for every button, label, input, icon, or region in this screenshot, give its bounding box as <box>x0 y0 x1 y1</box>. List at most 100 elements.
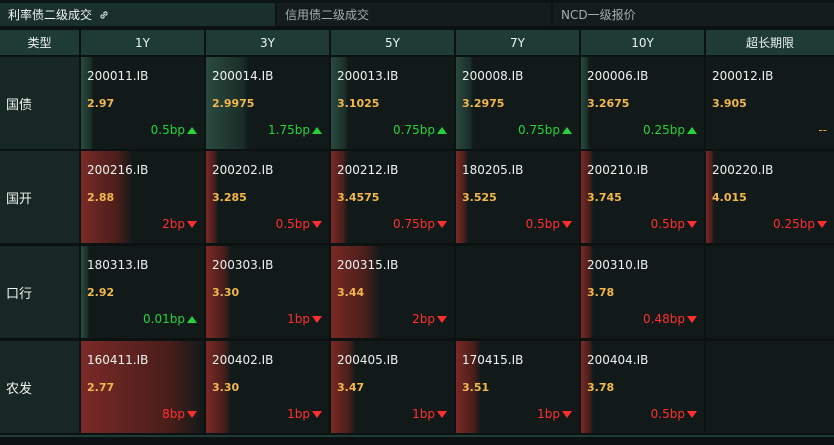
bond-code: 200008.IB <box>462 69 524 83</box>
bond-code: 180313.IB <box>87 258 149 272</box>
change-value: 0.5bp <box>650 407 685 421</box>
bond-change: 0.25bp <box>773 217 827 231</box>
bond-change: 1bp <box>412 407 447 421</box>
bond-cell[interactable]: 170415.IB 3.51 1bp <box>456 341 579 433</box>
bond-change: 1bp <box>287 407 322 421</box>
tab-label: 信用债二级成交 <box>285 8 370 22</box>
tab-label: 利率债二级成交 <box>8 8 93 22</box>
bond-cell[interactable]: 200014.IB 2.9975 1.75bp <box>206 57 329 149</box>
triangle-up-icon <box>187 126 197 134</box>
bond-cell[interactable]: 200303.IB 3.30 1bp <box>206 246 329 338</box>
bond-code: 200405.IB <box>337 353 399 367</box>
tab-ncd-quote[interactable]: NCD一级报价 <box>553 3 834 26</box>
bond-yield: 3.47 <box>337 381 365 394</box>
bond-change: 0.5bp <box>526 217 572 231</box>
bond-yield: 2.92 <box>87 286 115 299</box>
triangle-up-icon <box>562 126 572 134</box>
bond-cell[interactable]: 200212.IB 3.4575 0.75bp <box>331 151 454 243</box>
triangle-down-icon <box>562 410 572 418</box>
triangle-down-icon <box>687 410 697 418</box>
change-value: 1.75bp <box>268 123 310 137</box>
column-header[interactable]: 10Y <box>581 30 704 55</box>
bond-change: 1.75bp <box>268 123 322 137</box>
bond-cell[interactable]: 160411.IB 2.77 8bp <box>81 341 204 433</box>
change-value: 0.75bp <box>393 217 435 231</box>
bond-change: 1bp <box>287 312 322 326</box>
change-value: 0.5bp <box>650 217 685 231</box>
bond-code: 200210.IB <box>587 163 649 177</box>
triangle-down-icon <box>562 220 572 228</box>
bond-code: 160411.IB <box>87 353 149 367</box>
bond-change: 8bp <box>162 407 197 421</box>
bond-cell[interactable]: 200012.IB 3.905 -- <box>706 57 834 149</box>
bond-change: 0.75bp <box>393 217 447 231</box>
bond-change: 2bp <box>412 312 447 326</box>
bond-yield: 2.77 <box>87 381 115 394</box>
bond-yield: 3.78 <box>587 381 615 394</box>
bond-yield: 3.30 <box>212 381 240 394</box>
change-value: 0.75bp <box>518 123 560 137</box>
bond-code: 170415.IB <box>462 353 524 367</box>
bond-cell[interactable]: 200404.IB 3.78 0.5bp <box>581 341 704 433</box>
bond-code: 200006.IB <box>587 69 649 83</box>
bond-code: 200220.IB <box>712 163 774 177</box>
bond-cell[interactable]: 200008.IB 3.2975 0.75bp <box>456 57 579 149</box>
bond-cell[interactable]: 200013.IB 3.1025 0.75bp <box>331 57 454 149</box>
triangle-up-icon <box>187 315 197 323</box>
bond-cell[interactable] <box>706 341 834 433</box>
bond-cell[interactable]: 200220.IB 4.015 0.25bp <box>706 151 834 243</box>
bond-yield: 3.1025 <box>337 97 380 110</box>
bond-yield: 4.015 <box>712 191 747 204</box>
bond-cell[interactable] <box>706 246 834 338</box>
bond-cell[interactable]: 200216.IB 2.88 2bp <box>81 151 204 243</box>
bond-change: 0.25bp <box>643 123 697 137</box>
bond-yield: 3.745 <box>587 191 622 204</box>
row-type-label: 农发 <box>0 341 79 433</box>
change-value: 0.5bp <box>150 123 185 137</box>
change-value: -- <box>818 123 827 137</box>
triangle-down-icon <box>437 410 447 418</box>
bond-cell[interactable]: 180205.IB 3.525 0.5bp <box>456 151 579 243</box>
change-value: 1bp <box>537 407 560 421</box>
bond-yield: 2.88 <box>87 191 115 204</box>
bond-cell[interactable]: 200315.IB 3.44 2bp <box>331 246 454 338</box>
bond-code: 200310.IB <box>587 258 649 272</box>
change-value: 1bp <box>287 407 310 421</box>
triangle-down-icon <box>312 315 322 323</box>
bond-cell[interactable] <box>456 246 579 338</box>
tab-credit-bond-trading[interactable]: 信用债二级成交 <box>277 3 551 26</box>
column-header[interactable]: 超长期限 <box>706 30 834 55</box>
column-header[interactable]: 7Y <box>456 30 579 55</box>
bond-cell[interactable]: 200402.IB 3.30 1bp <box>206 341 329 433</box>
bond-yield: 3.2675 <box>587 97 630 110</box>
triangle-up-icon <box>312 126 322 134</box>
bond-cell[interactable]: 200210.IB 3.745 0.5bp <box>581 151 704 243</box>
triangle-down-icon <box>187 410 197 418</box>
triangle-down-icon <box>437 315 447 323</box>
bond-cell[interactable]: 200202.IB 3.285 0.5bp <box>206 151 329 243</box>
bond-code: 200315.IB <box>337 258 399 272</box>
column-header[interactable]: 5Y <box>331 30 454 55</box>
column-header[interactable]: 类型 <box>0 30 79 55</box>
column-header[interactable]: 3Y <box>206 30 329 55</box>
bond-code: 200303.IB <box>212 258 274 272</box>
row-type-label: 国开 <box>0 151 79 243</box>
link-icon[interactable] <box>98 9 110 21</box>
change-value: 0.75bp <box>393 123 435 137</box>
bond-yield: 3.30 <box>212 286 240 299</box>
triangle-down-icon <box>312 410 322 418</box>
bond-cell[interactable]: 180313.IB 2.92 0.01bp <box>81 246 204 338</box>
bond-cell[interactable]: 200006.IB 3.2675 0.25bp <box>581 57 704 149</box>
bond-code: 200013.IB <box>337 69 399 83</box>
change-value: 0.25bp <box>643 123 685 137</box>
bond-cell[interactable]: 200011.IB 2.97 0.5bp <box>81 57 204 149</box>
bond-yield: 3.285 <box>212 191 247 204</box>
triangle-down-icon <box>687 220 697 228</box>
tab-rate-bond-trading[interactable]: 利率债二级成交 <box>0 3 275 26</box>
column-header[interactable]: 1Y <box>81 30 204 55</box>
bond-change: -- <box>818 123 827 137</box>
triangle-down-icon <box>437 220 447 228</box>
bond-cell[interactable]: 200405.IB 3.47 1bp <box>331 341 454 433</box>
bond-change: 0.5bp <box>651 217 697 231</box>
bond-cell[interactable]: 200310.IB 3.78 0.48bp <box>581 246 704 338</box>
